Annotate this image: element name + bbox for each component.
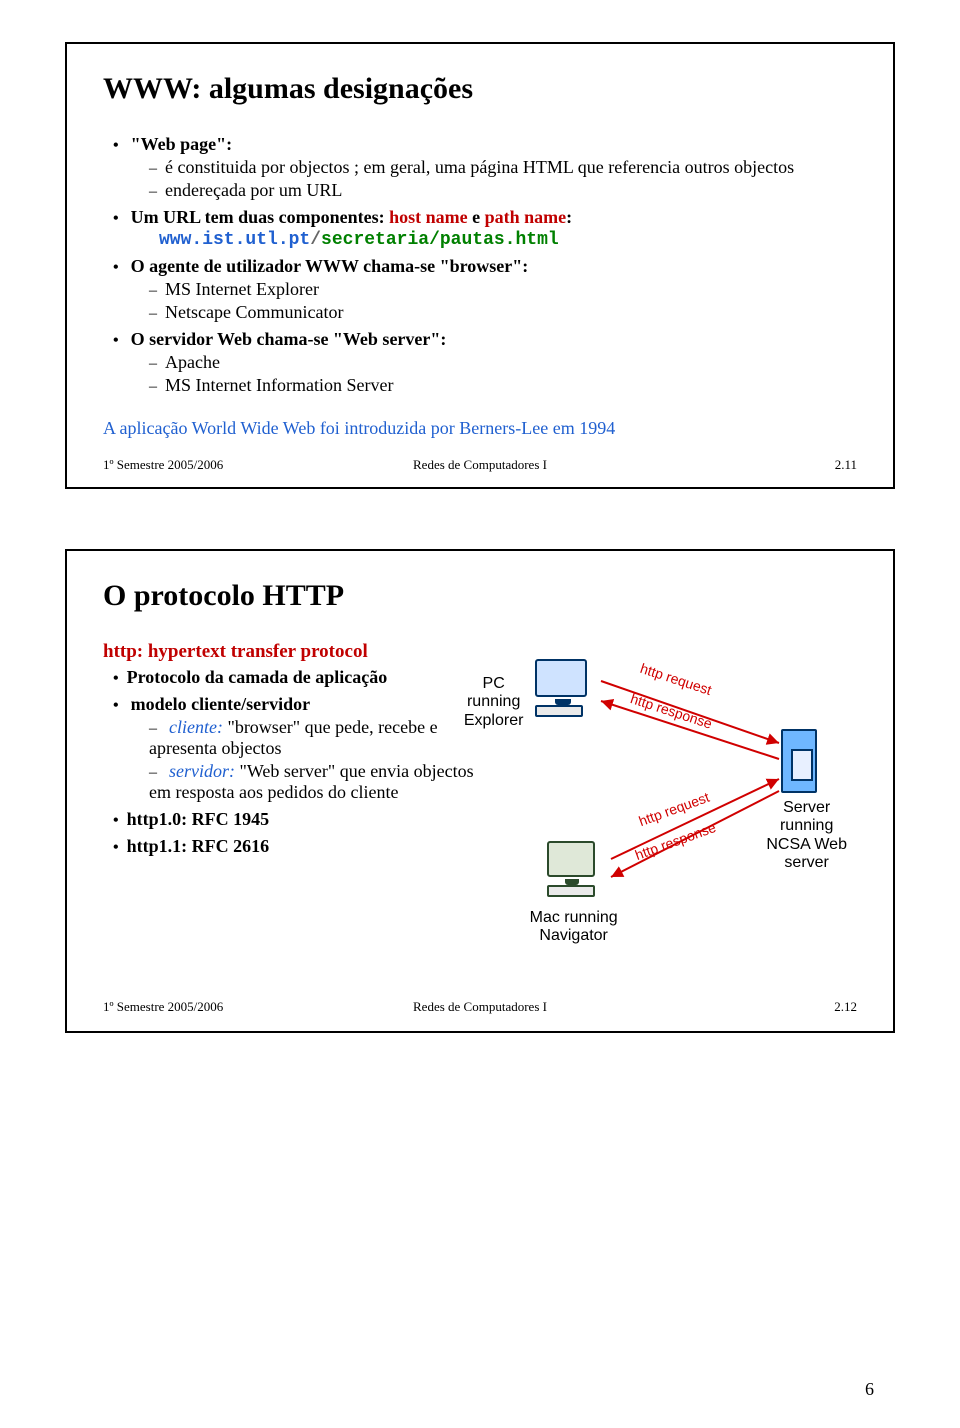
page-number: 6: [865, 1379, 874, 1400]
bullet-browser: O agente de utilizador WWW chama-se "bro…: [113, 256, 857, 323]
mac-monitor-icon: [547, 841, 595, 877]
bullet-label: O agente de utilizador WWW chama-se "bro…: [131, 256, 529, 276]
pc-icon: [535, 659, 605, 719]
keyboard-icon: [535, 705, 583, 717]
slide2-list: Protocolo da camada de aplicação modelo …: [103, 667, 477, 857]
bullet-label: Um URL tem duas componentes: host name e…: [131, 207, 573, 227]
url-example: www.ist.utl.pt/secretaria/pautas.html: [113, 230, 857, 250]
slide1-list: "Web page": é constituida por objectos ;…: [103, 134, 857, 396]
footer-center: Redes de Computadores I: [67, 457, 893, 473]
sublist: Apache MS Internet Information Server: [113, 352, 857, 396]
slide-2: O protocolo HTTP http: hypertext transfe…: [65, 549, 895, 1033]
slide-footer: 1º Semestre 2005/2006 Redes de Computado…: [103, 999, 857, 1015]
bullet: http1.1: RFC 2616: [113, 836, 477, 857]
sublist: é constituida por objectos ; em geral, u…: [113, 157, 857, 201]
mac-label: Mac running Navigator: [519, 909, 629, 946]
sublist: cliente: "browser" que pede, recebe e ap…: [113, 717, 477, 803]
sub-item: endereçada por um URL: [149, 180, 857, 201]
sub-item: Apache: [149, 352, 857, 373]
sub-item: é constituida por objectos ; em geral, u…: [149, 157, 857, 178]
slide-footer: 1º Semestre 2005/2006 Redes de Computado…: [103, 457, 857, 473]
sub-item: servidor: "Web server" que envia objecto…: [149, 761, 477, 803]
sub-item: cliente: "browser" que pede, recebe e ap…: [149, 717, 477, 759]
bullet: Protocolo da camada de aplicação: [113, 667, 477, 688]
bullet: modelo cliente/servidor cliente: "browse…: [113, 694, 477, 803]
keyboard-icon: [547, 885, 595, 897]
footer-center: Redes de Computadores I: [67, 999, 893, 1015]
subheading: http: hypertext transfer protocol: [103, 641, 477, 663]
bullet-label: "Web page":: [131, 134, 233, 154]
two-column-layout: http: hypertext transfer protocol Protoc…: [103, 641, 857, 981]
monitor-icon: [535, 659, 587, 697]
bullet: http1.0: RFC 1945: [113, 809, 477, 830]
sub-item: MS Internet Explorer: [149, 279, 857, 300]
bullet-server: O servidor Web chama-se "Web server": Ap…: [113, 329, 857, 396]
bullet-label: O servidor Web chama-se "Web server":: [131, 329, 447, 349]
slide1-footnote: A aplicação World Wide Web foi introduzi…: [103, 418, 857, 439]
left-column: http: hypertext transfer protocol Protoc…: [103, 641, 477, 863]
server-label: Server running NCSA Web server: [761, 799, 853, 873]
diagram: PC running Explorer Mac running Navigato…: [491, 641, 857, 981]
sub-item: MS Internet Information Server: [149, 375, 857, 396]
slide-1: WWW: algumas designações "Web page": é c…: [65, 42, 895, 489]
mac-icon: [547, 841, 617, 901]
sublist: MS Internet Explorer Netscape Communicat…: [113, 279, 857, 323]
sub-item: Netscape Communicator: [149, 302, 857, 323]
slide-title: O protocolo HTTP: [103, 579, 857, 613]
slide-title: WWW: algumas designações: [103, 72, 857, 106]
pc-label: PC running Explorer: [455, 675, 533, 730]
bullet-webpage: "Web page": é constituida por objectos ;…: [113, 134, 857, 201]
bullet-url: Um URL tem duas componentes: host name e…: [113, 207, 857, 250]
server-icon: [781, 729, 817, 793]
